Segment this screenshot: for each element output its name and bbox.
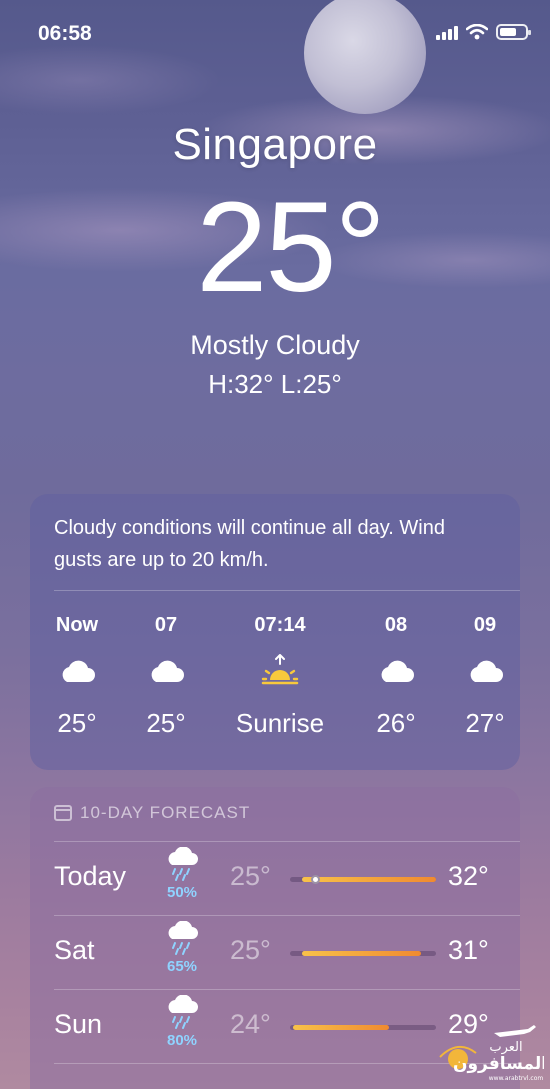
forecast-icon: 65%: [160, 920, 204, 975]
forecast-summary: Cloudy conditions will continue all day.…: [54, 517, 445, 571]
hour-item: 09 27°: [435, 614, 535, 739]
forecast-header-label: 10-DAY FORECAST: [80, 803, 251, 822]
current-weather: Singapore 25° Mostly Cloudy H:32° L:25°: [0, 120, 550, 400]
cloud-rain-icon: [168, 846, 198, 881]
row-divider: [54, 841, 520, 842]
forecast-low: 24°: [230, 1009, 271, 1039]
cellular-signal-icon: [436, 24, 458, 40]
hour-item: 07 25°: [116, 614, 216, 739]
hour-temp: 25°: [146, 708, 186, 738]
hourly-scroll[interactable]: Now 25° 07 25° 07:14 Sunrise 08 26° 09 2…: [30, 614, 520, 754]
high-low-text: H:32° L:25°: [208, 369, 342, 399]
hour-temp: 27°: [465, 708, 505, 738]
forecast-day: Sat: [54, 935, 95, 965]
watermark-url: www.arabtrvl.com: [489, 1075, 544, 1082]
battery-icon: [496, 24, 531, 40]
forecast-high: 31°: [448, 935, 489, 965]
watermark-logo: العرب المسافرون www.arabtrvl.com: [439, 1025, 544, 1082]
temp-range-fill: [301, 951, 422, 956]
card-divider: [54, 590, 520, 591]
cloud-rain-icon: [168, 920, 198, 955]
forecast-row[interactable]: Today 50% 25° 32°: [30, 841, 520, 915]
watermark-line1: العرب: [489, 1040, 522, 1055]
hour-item: 08 26°: [346, 614, 446, 739]
forecast-day: Sun: [54, 1009, 103, 1039]
hour-item: 07:14 Sunrise: [230, 614, 330, 739]
temp-range-bar: [290, 1025, 436, 1030]
temp-range-fill: [301, 877, 436, 882]
cloud-icon: [151, 660, 184, 682]
status-bar: 06:58: [0, 0, 550, 66]
forecast-low: 25°: [230, 935, 271, 965]
temp-range-bar: [290, 875, 436, 884]
hour-temp: 25°: [57, 708, 97, 738]
condition-text: Mostly Cloudy: [190, 330, 360, 360]
hour-label: Now: [55, 614, 99, 636]
forecast-day: Today: [54, 861, 127, 891]
status-time: 06:58: [38, 22, 92, 45]
cloud-icon: [381, 660, 414, 682]
temp-range-bar: [290, 951, 436, 956]
current-temp-marker: [310, 875, 320, 884]
hour-temp: Sunrise: [235, 708, 325, 738]
status-icons: [436, 24, 531, 40]
row-divider: [54, 915, 520, 916]
forecast-icon: 80%: [160, 994, 204, 1049]
wifi-icon: [466, 24, 488, 40]
hour-item: Now 25°: [27, 614, 127, 739]
watermark-line2: المسافرون: [453, 1054, 544, 1074]
forecast-row[interactable]: Sat 65% 25° 31°: [30, 915, 520, 989]
hour-label: 07:14: [254, 614, 306, 636]
cloud-icon: [62, 660, 95, 682]
hour-label: 07: [154, 614, 178, 636]
forecast-high: 32°: [448, 861, 489, 891]
precip-chance: 65%: [166, 958, 198, 975]
city-name: Singapore: [172, 120, 378, 169]
current-temperature: 25°: [196, 176, 386, 319]
hour-temp: 26°: [376, 708, 416, 738]
row-divider: [54, 989, 520, 990]
hour-label: 08: [384, 614, 408, 636]
cloud-rain-icon: [168, 994, 198, 1029]
precip-chance: 50%: [166, 884, 198, 901]
hour-label: 09: [473, 614, 497, 636]
calendar-icon: [54, 805, 72, 821]
precip-chance: 80%: [166, 1032, 198, 1049]
forecast-low: 25°: [230, 861, 271, 891]
forecast-header: 10-DAY FORECAST: [54, 803, 250, 823]
sunrise-icon: [261, 654, 299, 685]
forecast-icon: 50%: [160, 846, 204, 901]
cloud-icon: [470, 660, 503, 682]
temp-range-fill: [292, 1025, 390, 1030]
hourly-forecast-card[interactable]: Cloudy conditions will continue all day.…: [30, 494, 520, 770]
